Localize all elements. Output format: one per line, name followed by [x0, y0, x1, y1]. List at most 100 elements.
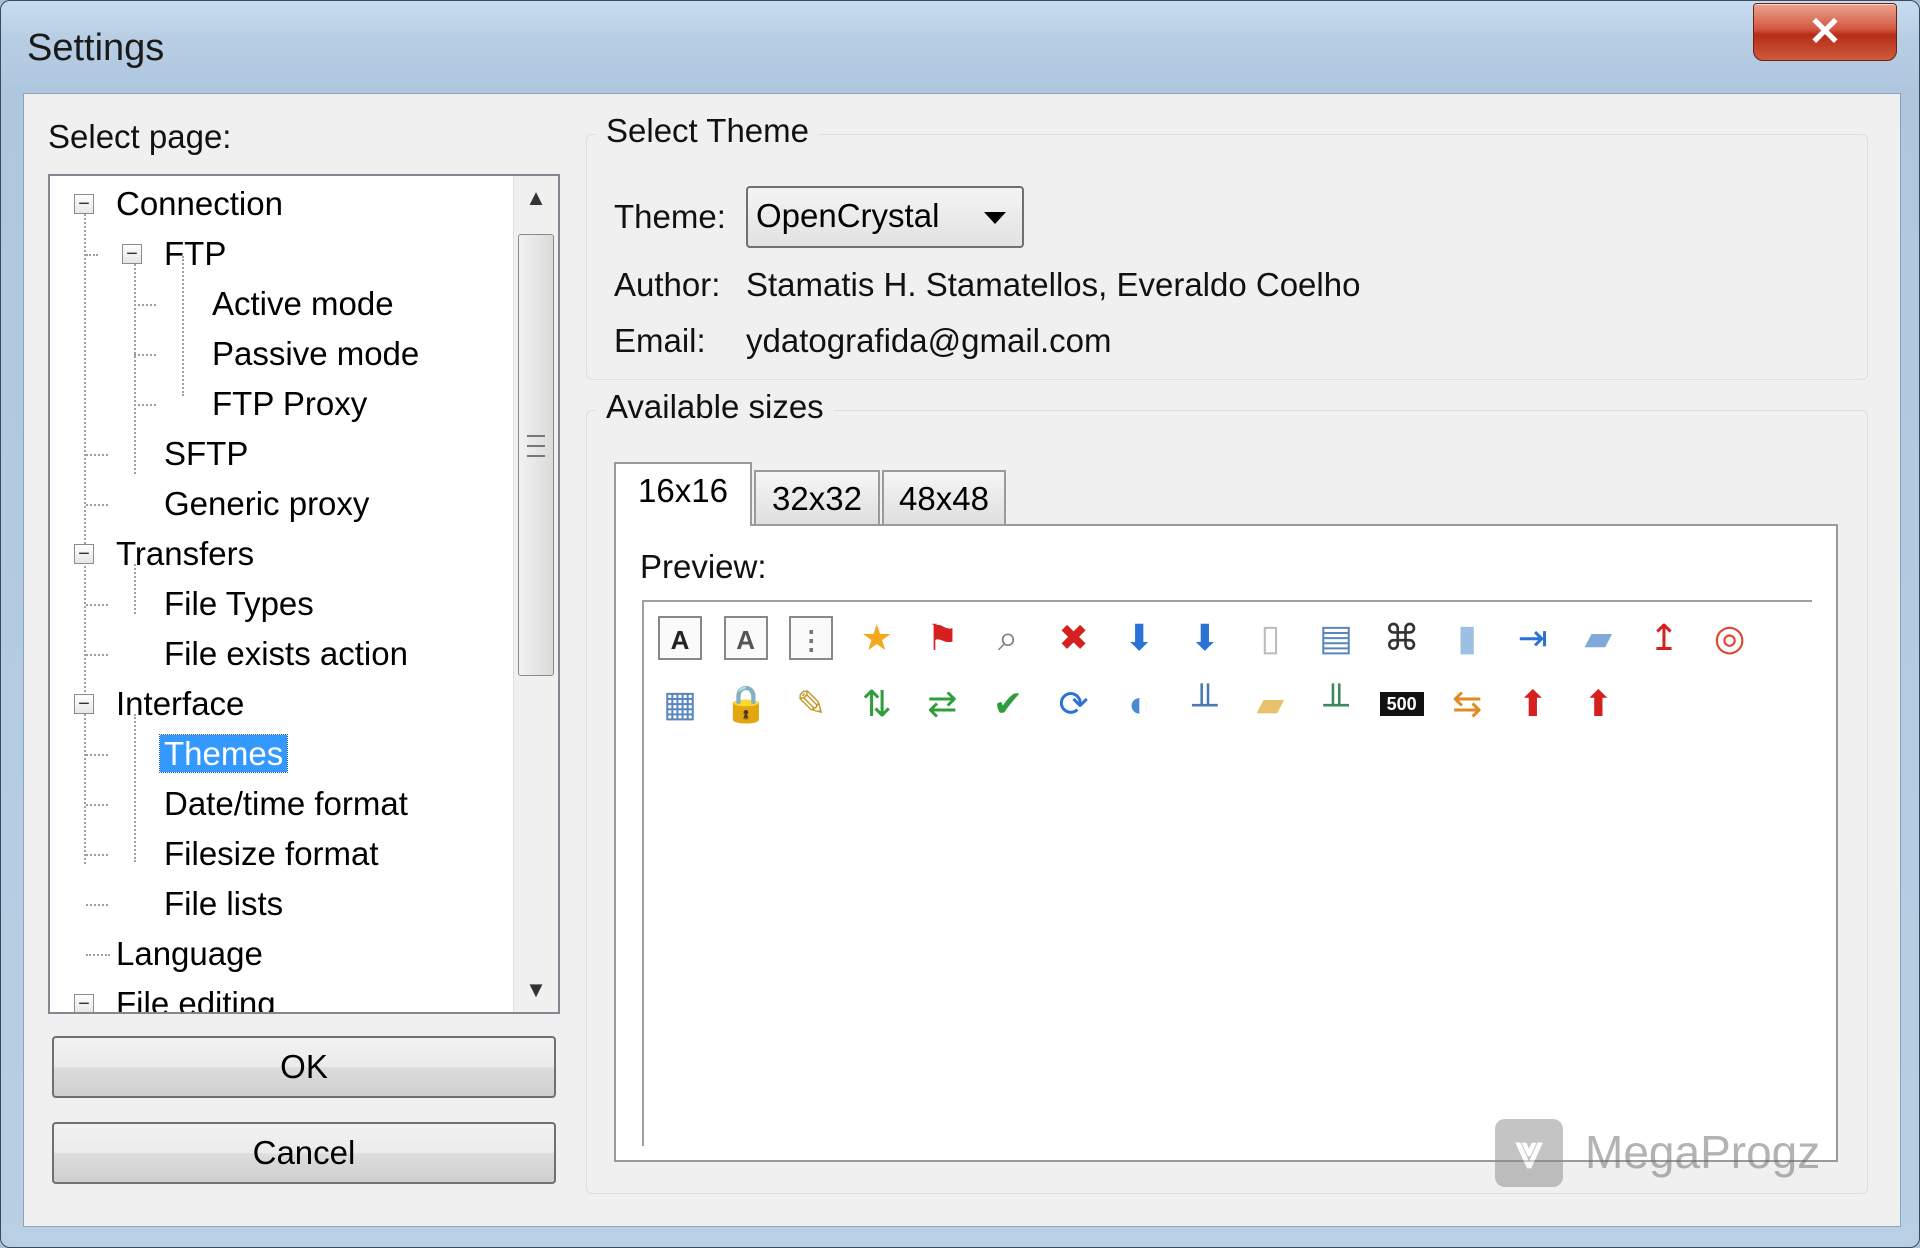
available-sizes-title: Available sizes: [596, 388, 834, 426]
tree-item-label: Transfers: [116, 535, 255, 572]
scroll-down-icon[interactable]: ▼: [514, 968, 558, 1012]
tree-item-active-mode[interactable]: Active mode: [208, 282, 398, 326]
title-bar: Settings ✕: [1, 1, 1919, 93]
scroll-thumb[interactable]: [518, 234, 554, 676]
theme-select-value: OpenCrystal: [756, 197, 940, 234]
tree-item-filesize-format[interactable]: Filesize format: [160, 832, 383, 876]
tree-item-label: Generic proxy: [164, 485, 370, 522]
server-icon: ▮: [1457, 617, 1478, 658]
chevron-down-icon: [984, 212, 1006, 224]
tab-48x48[interactable]: 48x48: [882, 470, 1006, 526]
sync-arrows-icon: ⇄: [927, 683, 958, 724]
tree-line: [86, 904, 108, 906]
theme-select[interactable]: OpenCrystal: [746, 186, 1024, 248]
tree-item-label: SFTP: [164, 435, 249, 472]
preview-label: Preview:: [640, 548, 767, 585]
tree-collapse-icon[interactable]: −: [74, 194, 94, 214]
tree-item-label: Active mode: [212, 285, 394, 322]
tree-item-file-editing[interactable]: File editing: [112, 982, 280, 1014]
tree-item-interface[interactable]: Interface: [112, 682, 248, 726]
globe-icon: ◐: [1128, 683, 1151, 724]
tree-line: [86, 254, 98, 256]
check-icon: ✔: [992, 683, 1024, 724]
watermark: ⩔ MegaProgz: [1481, 1111, 1861, 1201]
tree-item-ftp[interactable]: FTP: [160, 232, 230, 276]
edit-document-icon: ✎: [796, 683, 827, 724]
tree-line: [86, 654, 108, 656]
upload-arrow-icon: ⬆: [1517, 683, 1548, 724]
blank-page-icon: ▯: [1260, 617, 1281, 658]
tree-item-transfers[interactable]: Transfers: [112, 532, 258, 576]
tree-item-ftp-proxy[interactable]: FTP Proxy: [208, 382, 371, 426]
tree-item-label: FTP Proxy: [212, 385, 368, 422]
tree-line: [86, 854, 108, 856]
tree-item-language[interactable]: Language: [112, 932, 267, 976]
binoculars-icon: ⌘: [1383, 617, 1420, 658]
folder-icon: ▰: [1256, 683, 1285, 724]
grip-icon: [527, 435, 545, 457]
tree-line: [182, 256, 184, 396]
cancel-button[interactable]: Cancel: [52, 1122, 556, 1184]
ok-button[interactable]: OK: [52, 1036, 556, 1098]
tree-item-file-types[interactable]: File Types: [160, 582, 318, 626]
tree-item-label: File exists action: [164, 635, 408, 672]
details-view-icon: ▦: [662, 683, 697, 724]
author-label: Author:: [614, 266, 721, 303]
refresh-icon: ⟳: [1058, 683, 1089, 724]
tree-line: [86, 754, 108, 756]
tree-item-date-time-format[interactable]: Date/time format: [160, 782, 412, 826]
remote-server-icon: ╨: [1323, 683, 1349, 724]
tree-collapse-icon[interactable]: −: [74, 994, 94, 1012]
email-value: ydatografida@gmail.com: [746, 322, 1112, 359]
email-label: Email:: [614, 322, 706, 359]
tree-item-passive-mode[interactable]: Passive mode: [208, 332, 423, 376]
megaprogz-logo-icon: ⩔: [1495, 1119, 1563, 1187]
watermark-text: MegaProgz: [1585, 1126, 1821, 1178]
lock-icon: 🔒: [723, 683, 769, 724]
tree-item-themes[interactable]: Themes: [158, 732, 289, 776]
tree-item-generic-proxy[interactable]: Generic proxy: [160, 482, 373, 526]
tree-line: [86, 604, 108, 606]
tree-line: [86, 954, 110, 956]
tree-item-label: Interface: [116, 685, 245, 722]
folder-blue-icon: ▰: [1584, 617, 1613, 658]
transfer-updown-icon: ⇅: [861, 683, 892, 724]
tree-collapse-icon[interactable]: −: [74, 694, 94, 714]
download-add-icon: ⬇: [1189, 617, 1220, 658]
tab-panel-16x16: Preview: A A ⋮ ★ ⚑ ⌕ ✖ ⬇ ⬇ ▯ ▤ ⌘ ▮ ⇥ ▰ ↥ ◎ ▦ 🔒 ✎ ⇅ ⇄ ✔ ⟳ ◐ ╨ ▰ ╨ 500…: [614, 524, 1838, 1162]
tree-item-file-lists[interactable]: File lists: [160, 882, 287, 926]
settings-window: Settings ✕ Select page: − Connection − FTP A…: [0, 0, 1920, 1248]
scroll-up-icon[interactable]: ▲: [514, 176, 558, 220]
tree-item-label: Passive mode: [212, 335, 420, 372]
tree-line: [134, 714, 136, 862]
tree-item-label: Connection: [116, 185, 283, 222]
tree-item-label: File editing: [116, 985, 276, 1014]
magnifier-icon: ⌕: [997, 617, 1019, 658]
tree-line: [86, 504, 108, 506]
tree-line: [134, 354, 156, 356]
tree-item-sftp[interactable]: SFTP: [160, 432, 252, 476]
server-import-icon: ⇥: [1517, 617, 1548, 658]
tree-collapse-icon[interactable]: −: [74, 544, 94, 564]
tree-line: [84, 214, 86, 864]
tree-item-connection[interactable]: Connection: [112, 182, 287, 226]
font-italic-icon: A: [723, 616, 768, 660]
settings-page-tree[interactable]: − Connection − FTP Active mode Passive mode FT…: [48, 174, 560, 1014]
upload-server-icon: ↥: [1648, 617, 1680, 658]
tree-item-label: Themes: [158, 734, 289, 773]
author-value: Stamatis H. Stamatellos, Everaldo Coelho: [746, 266, 1361, 303]
tree-scrollbar[interactable]: ▲ ▼: [513, 176, 558, 1012]
tree-collapse-icon[interactable]: −: [122, 244, 142, 264]
tab-32x32[interactable]: 32x32: [754, 470, 880, 526]
download-arrow-icon: ⬇: [1124, 617, 1155, 658]
close-button[interactable]: ✕: [1753, 3, 1897, 61]
dialog-body: Select page: − Connection − FTP Active mode P…: [23, 93, 1901, 1227]
tree-item-label: FTP: [164, 235, 227, 272]
select-page-label: Select page:: [48, 118, 232, 155]
tree-item-file-exists-action[interactable]: File exists action: [160, 632, 412, 676]
tree-item-label: Language: [116, 935, 263, 972]
tree-content: − Connection − FTP Active mode Passive mode FT…: [50, 176, 510, 1012]
tab-16x16[interactable]: 16x16: [614, 462, 752, 526]
close-icon: ✕: [1808, 10, 1842, 54]
theme-label: Theme:: [614, 198, 726, 235]
